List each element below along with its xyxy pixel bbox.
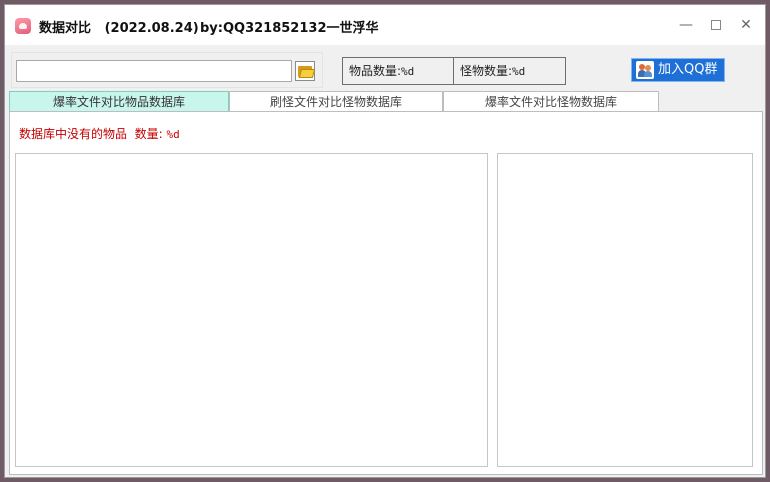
missing-items-list[interactable] [15,153,488,467]
people-icon [636,61,654,79]
monster-count-box: 怪物数量:%d [453,57,566,85]
window-author: by:QQ321852132一世浮华 [200,21,379,36]
app-logo-icon [15,18,31,34]
path-group [11,52,323,88]
tab-drop-vs-monster-db[interactable]: 爆率文件对比怪物数据库 [443,91,659,112]
join-qq-group-label: 加入QQ群 [658,62,718,77]
window-title: 数据对比 (2022.08.24) [39,21,199,36]
close-button[interactable]: ✕ [732,13,760,37]
monster-count-value: %d [512,65,526,78]
missing-items-label: 数据库中没有的物品 数量: [19,127,163,141]
browse-folder-button[interactable] [295,61,316,81]
tab-panel: 数据库中没有的物品 数量: %d [9,111,763,475]
item-count-box: 物品数量:%d [342,57,454,85]
missing-items-summary: 数据库中没有的物品 数量: %d [19,125,180,142]
file-path-input[interactable] [16,60,292,82]
title-bar[interactable]: 数据对比 (2022.08.24) by:QQ321852132一世浮华 — ✕ [5,5,765,45]
missing-items-count: %d [166,128,180,141]
detail-list[interactable] [497,153,753,467]
join-qq-group-button[interactable]: 加入QQ群 [631,58,725,82]
monster-count-label: 怪物数量: [460,64,513,78]
item-count-label: 物品数量: [349,64,402,78]
item-count-value: %d [401,65,415,78]
tab-drop-vs-item-db[interactable]: 爆率文件对比物品数据库 [9,91,229,112]
app-window: 数据对比 (2022.08.24) by:QQ321852132一世浮华 — ✕… [4,4,766,478]
maximize-icon [711,20,721,30]
minimize-button[interactable]: — [672,13,700,37]
tab-spawn-vs-monster-db[interactable]: 刷怪文件对比怪物数据库 [229,91,443,112]
maximize-button[interactable] [702,13,730,37]
